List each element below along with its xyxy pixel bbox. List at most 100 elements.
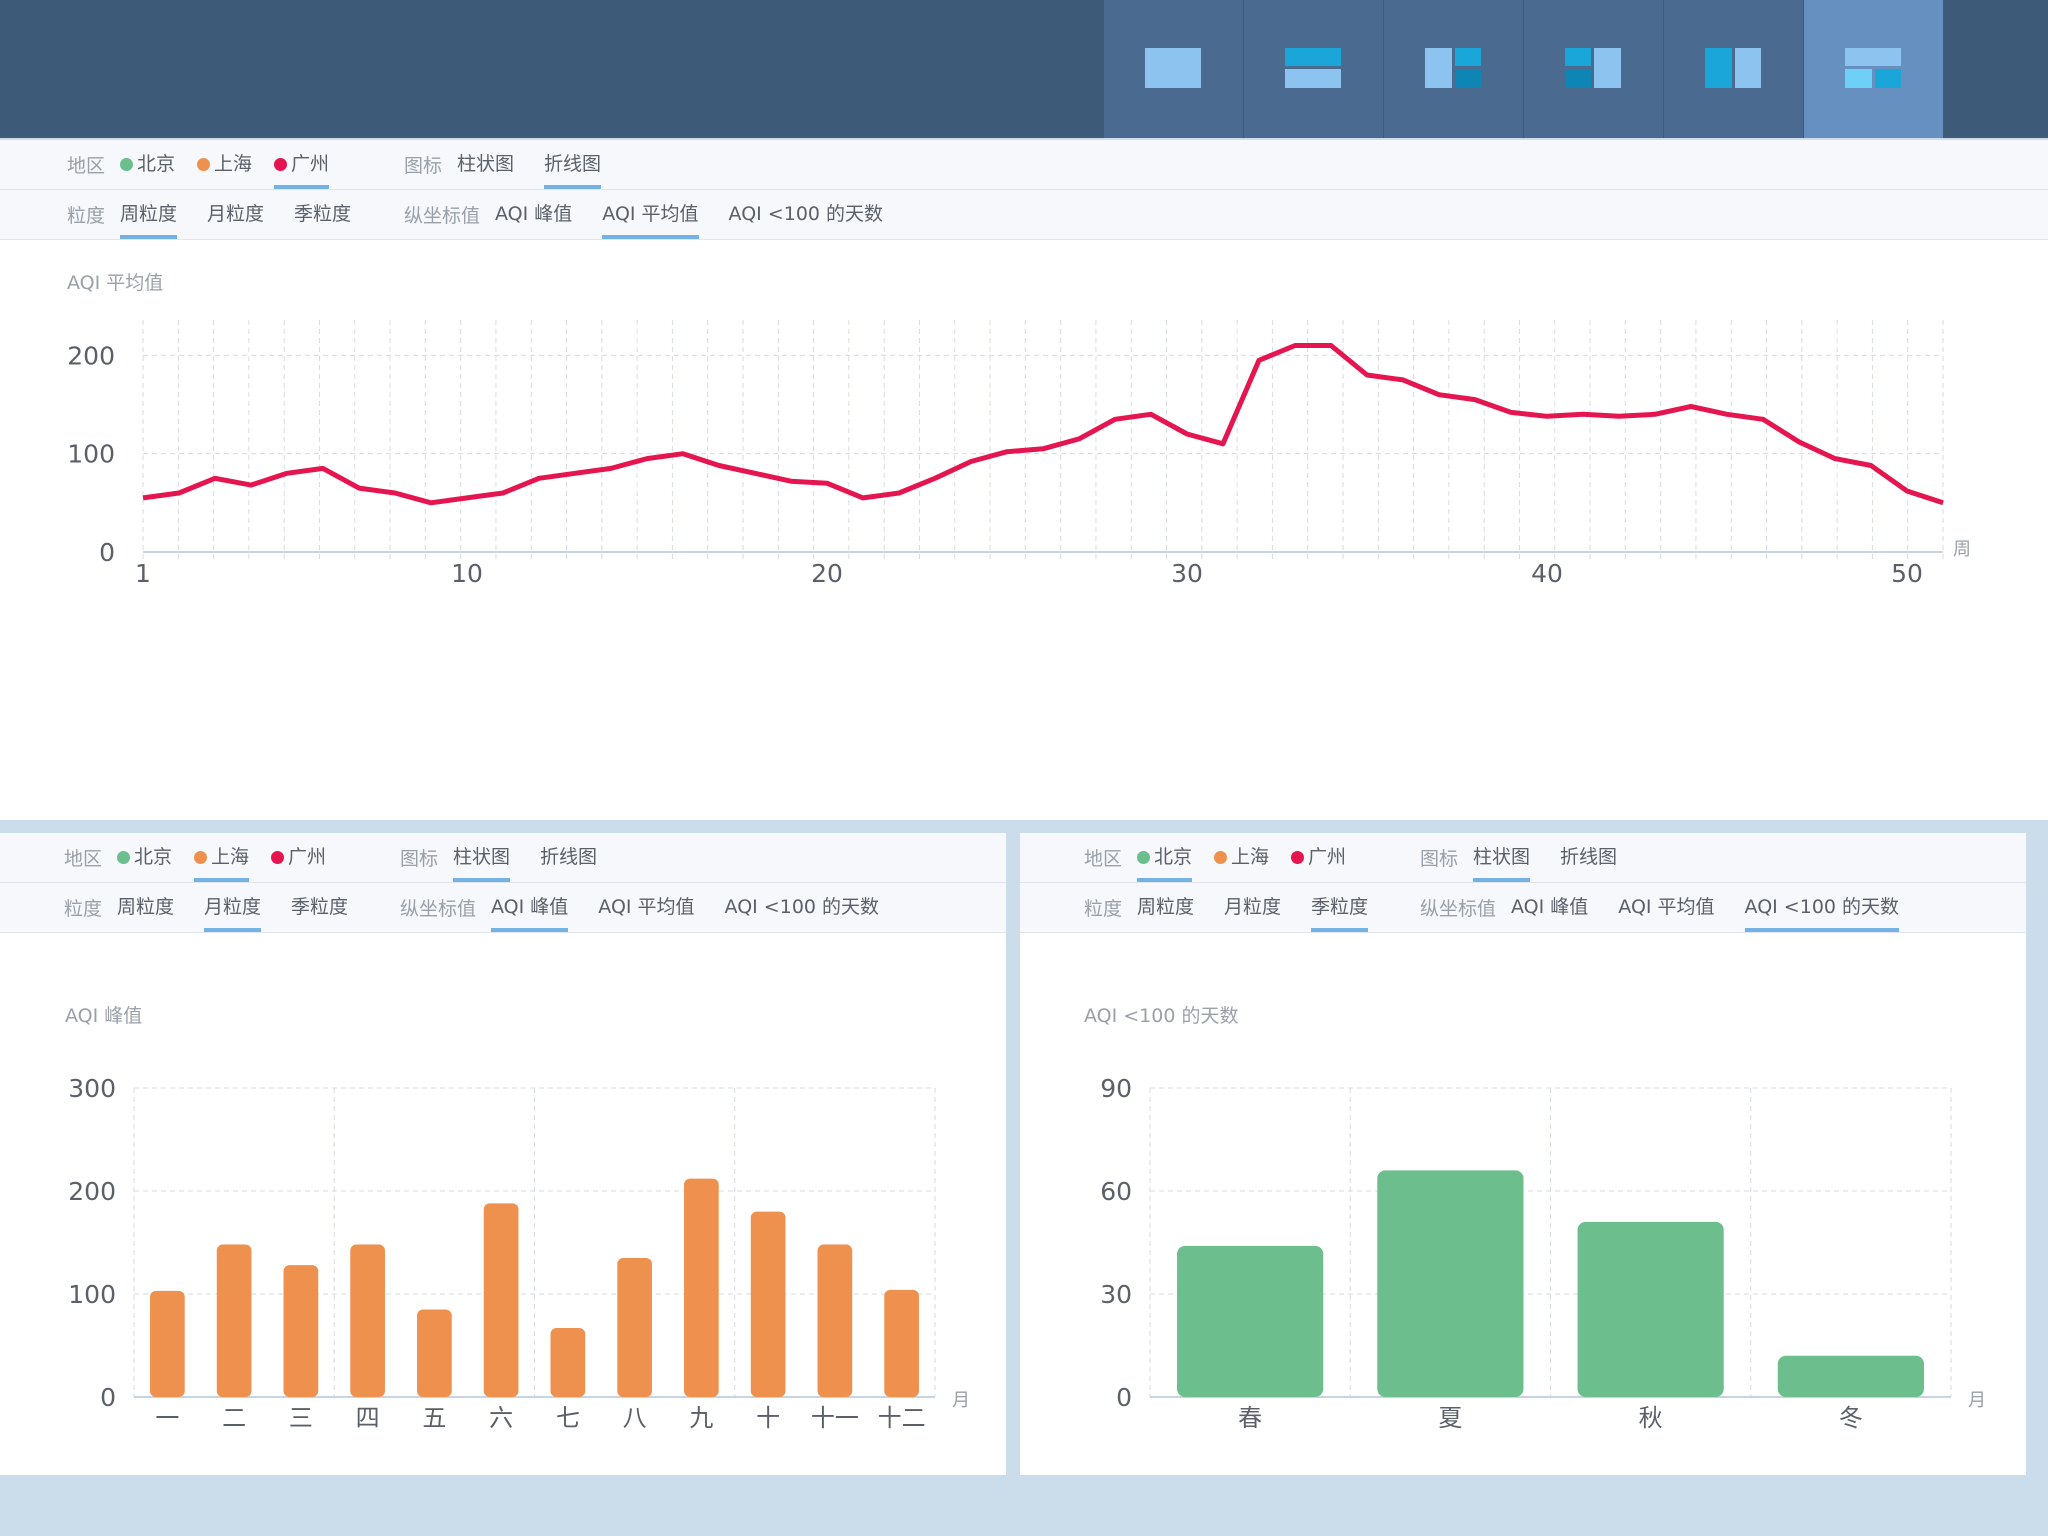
layout-columns-icon — [1705, 48, 1761, 88]
y-axis-label: 纵坐标值 — [400, 898, 477, 920]
y-axis-option-aqi_peak[interactable]: AQI 峰值 — [1511, 883, 1588, 932]
granularity-option-month[interactable]: 月粒度 — [204, 883, 262, 932]
granularity-option-season[interactable]: 季粒度 — [294, 190, 351, 239]
y-tick-label: 0 — [1116, 1383, 1132, 1412]
y-axis-group: 纵坐标值 AQI 峰值 AQI 平均值 AQI <100 的天数 — [404, 190, 913, 239]
x-tick-label: 1 — [135, 559, 151, 588]
chart-type-option-line[interactable]: 折线图 — [540, 833, 597, 882]
x-tick-label: 五 — [422, 1404, 446, 1432]
granularity-group: 粒度 周粒度 月粒度 季粒度 — [64, 883, 378, 932]
layout-rows-icon — [1285, 48, 1341, 88]
x-tick-label: 春 — [1238, 1404, 1262, 1432]
y-axis-option-aqi_avg[interactable]: AQI 平均值 — [598, 883, 694, 932]
bar-2 — [1377, 1170, 1524, 1397]
x-tick-label: 三 — [289, 1404, 313, 1432]
granularity-option-month[interactable]: 月粒度 — [1224, 883, 1281, 932]
granularity-label: 粒度 — [67, 205, 106, 227]
y-axis-option-aqi_peak[interactable]: AQI 峰值 — [495, 190, 572, 239]
granularity-label: 粒度 — [64, 898, 103, 920]
granularity-option-week[interactable]: 周粒度 — [117, 883, 174, 932]
x-tick-label: 30 — [1171, 559, 1203, 588]
region-option-beijing[interactable]: 北京 — [120, 140, 175, 189]
region-option-shanghai[interactable]: 上海 — [1214, 833, 1269, 882]
layout-button-5[interactable] — [1663, 0, 1803, 138]
y-tick-label: 300 — [68, 1074, 116, 1103]
region-option-beijing[interactable]: 北京 — [117, 833, 172, 882]
y-tick-label: 100 — [68, 1280, 116, 1309]
granularity-option-season[interactable]: 季粒度 — [1311, 883, 1369, 932]
granularity-option-week[interactable]: 周粒度 — [1137, 883, 1194, 932]
y-tick-label: 90 — [1100, 1074, 1132, 1103]
layout-button-3[interactable] — [1383, 0, 1523, 138]
y-axis-option-aqi_days[interactable]: AQI <100 的天数 — [725, 883, 880, 932]
chart-type-option-label: 折线图 — [540, 846, 598, 868]
layout-button-6[interactable] — [1803, 0, 1943, 138]
bar-4 — [1777, 1355, 1924, 1397]
y-axis-option-aqi_avg[interactable]: AQI 平均值 — [1618, 883, 1714, 932]
chart-type-label: 图标 — [400, 848, 439, 870]
shanghai-color-dot — [1214, 851, 1228, 864]
chart-title: AQI <100 的天数 — [1084, 1005, 1239, 1027]
granularity-option-label: 季粒度 — [291, 896, 349, 918]
granularity-label: 粒度 — [1084, 898, 1123, 920]
chart-type-option-bar[interactable]: 柱状图 — [457, 140, 514, 189]
x-tick-label: 九 — [689, 1404, 713, 1432]
chart-type-option-bar[interactable]: 柱状图 — [453, 833, 511, 882]
region-option-label: 北京 — [134, 846, 173, 868]
region-option-beijing[interactable]: 北京 — [1137, 833, 1193, 882]
region-option-label: 上海 — [211, 846, 250, 868]
y-axis-option-aqi_days[interactable]: AQI <100 的天数 — [1744, 883, 1900, 932]
y-axis-option-label: AQI <100 的天数 — [724, 896, 880, 918]
x-tick-label: 八 — [623, 1404, 647, 1432]
bar-2 — [216, 1244, 252, 1397]
chart-type-option-label: 柱状图 — [457, 153, 515, 175]
layout-button-1[interactable] — [1103, 0, 1243, 138]
bar-9 — [684, 1178, 719, 1397]
region-option-guangzhou[interactable]: 广州 — [271, 833, 326, 882]
layout-top-split-icon — [1845, 48, 1901, 88]
x-tick-label: 秋 — [1639, 1404, 1663, 1432]
granularity-option-week[interactable]: 周粒度 — [120, 190, 178, 239]
chart-type-group: 图标 柱状图 折线图 — [404, 140, 631, 189]
chart-type-group: 图标 柱状图 折线图 — [1420, 833, 1647, 882]
granularity-option-month[interactable]: 月粒度 — [207, 190, 264, 239]
bar-1 — [1177, 1245, 1324, 1397]
y-axis-option-label: AQI 峰值 — [1511, 896, 1589, 918]
chart-type-option-label: 折线图 — [1560, 846, 1618, 868]
panel-weekly-line: 地区 北京 上海 广州 图标 柱状图 折线图 粒度 周粒度 月粒度 季粒度 纵坐标值 AQI 峰值 AQI… — [0, 140, 2048, 820]
chart-type-option-label: 柱状图 — [1473, 846, 1531, 868]
granularity-group: 粒度 周粒度 月粒度 季粒度 — [1084, 883, 1398, 932]
x-tick-label: 十 — [756, 1404, 780, 1432]
beijing-color-dot — [117, 851, 131, 864]
layout-left-stack-icon — [1425, 48, 1481, 88]
region-option-shanghai[interactable]: 上海 — [197, 140, 252, 189]
layout-single-icon — [1145, 48, 1201, 88]
bar-12 — [884, 1289, 919, 1397]
layout-button-2[interactable] — [1243, 0, 1383, 138]
y-axis-option-aqi_days[interactable]: AQI <100 的天数 — [729, 190, 884, 239]
chart-type-option-bar[interactable]: 柱状图 — [1473, 833, 1531, 882]
granularity-option-label: 月粒度 — [204, 896, 262, 918]
y-axis-option-aqi_avg[interactable]: AQI 平均值 — [602, 190, 699, 239]
chart-type-option-line[interactable]: 折线图 — [1560, 833, 1617, 882]
x-tick-label: 十一 — [811, 1404, 859, 1432]
chart-type-option-label: 柱状图 — [453, 846, 511, 868]
granularity-option-label: 季粒度 — [1311, 896, 1369, 918]
beijing-color-dot — [1137, 851, 1151, 864]
bar-5 — [417, 1309, 452, 1397]
x-unit-label: 月 — [952, 1390, 970, 1411]
bar-6 — [483, 1203, 519, 1397]
chart-type-label: 图标 — [1420, 848, 1459, 870]
y-axis-option-aqi_peak[interactable]: AQI 峰值 — [491, 883, 569, 932]
x-tick-label: 20 — [811, 559, 843, 588]
region-option-guangzhou[interactable]: 广州 — [274, 140, 330, 189]
x-tick-label: 10 — [451, 559, 483, 588]
granularity-option-season[interactable]: 季粒度 — [291, 883, 348, 932]
filter-bar-granularity: 粒度 周粒度 月粒度 季粒度 纵坐标值 AQI 峰值 AQI 平均值 AQI <100 的天数 — [0, 190, 2048, 240]
chart-type-option-line[interactable]: 折线图 — [544, 140, 602, 189]
layout-button-4[interactable] — [1523, 0, 1663, 138]
region-option-shanghai[interactable]: 上海 — [194, 833, 250, 882]
layout-right-stack-icon — [1565, 48, 1621, 88]
chart-type-label: 图标 — [404, 155, 443, 177]
region-option-guangzhou[interactable]: 广州 — [1291, 833, 1346, 882]
